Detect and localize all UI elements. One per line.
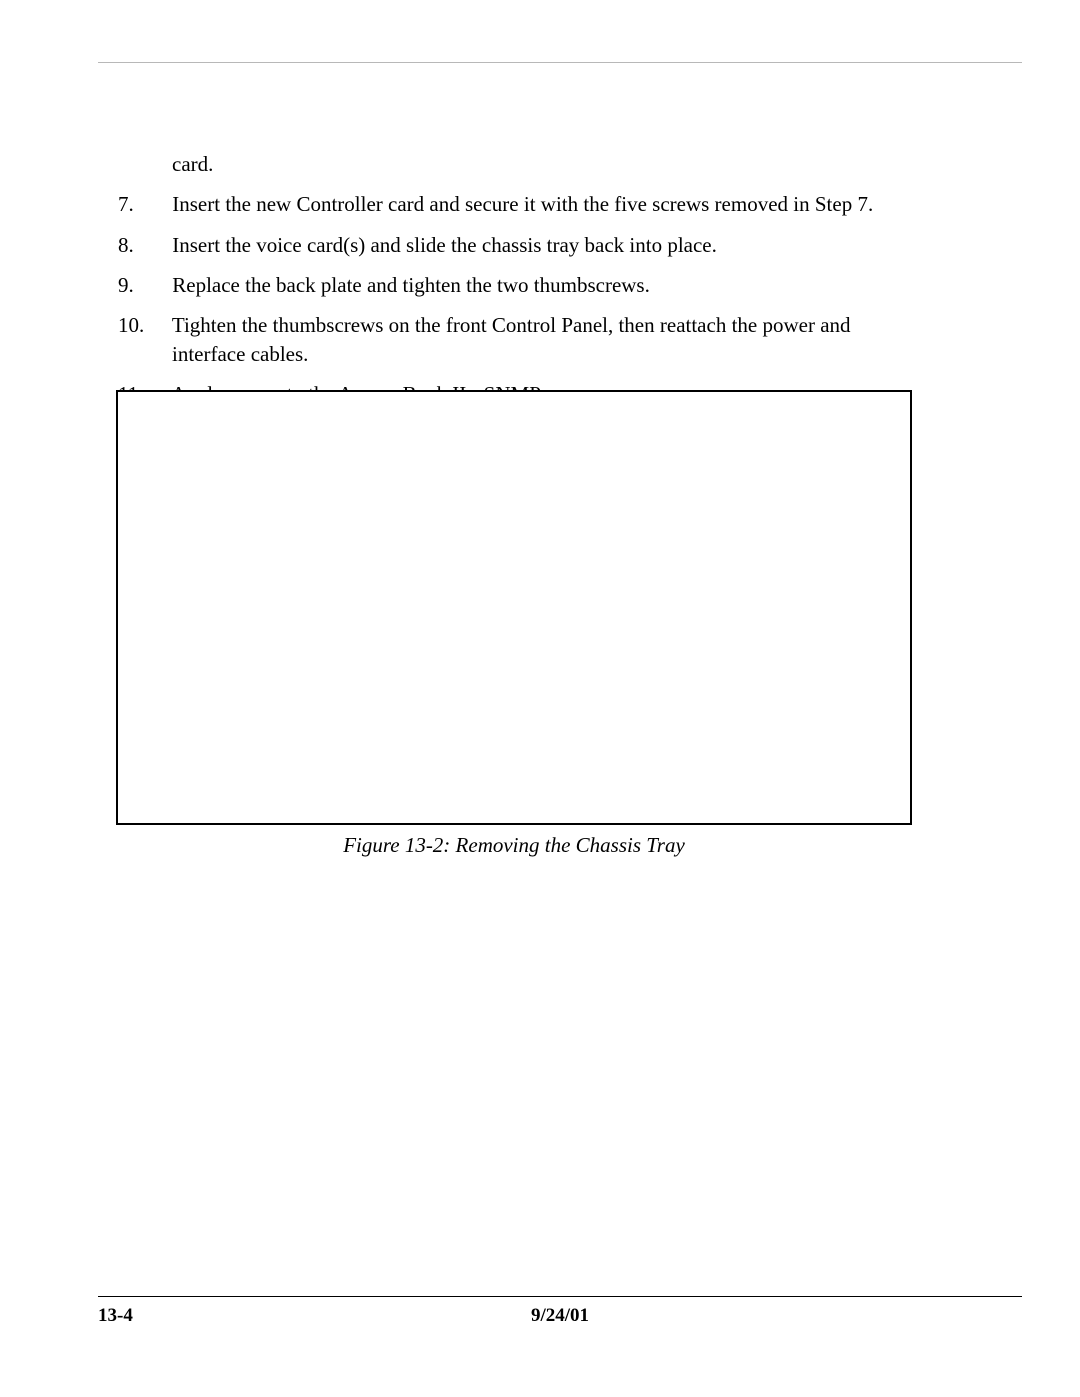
footer-row: 13-4 9/24/01 [98, 1305, 1022, 1327]
page-number: 13-4 [98, 1305, 133, 1327]
step-text: Insert the voice card(s) and slide the c… [172, 233, 717, 257]
step-number: 8. [145, 231, 167, 259]
header-rule [98, 62, 1022, 63]
figure-placeholder [116, 390, 912, 825]
continuation-line: card. [172, 150, 925, 178]
step-9: 9. Replace the back plate and tighten th… [145, 271, 925, 299]
step-10: 10. Tighten the thumbscrews on the front… [145, 311, 925, 368]
page-footer: 13-4 9/24/01 [98, 1296, 1022, 1327]
body-content: card. 7. Insert the new Controller card … [145, 150, 925, 420]
figure-caption: Figure 13-2: Removing the Chassis Tray [116, 833, 912, 858]
step-7: 7. Insert the new Controller card and se… [145, 190, 925, 218]
step-text: Tighten the thumbscrews on the front Con… [172, 313, 851, 365]
footer-rule [98, 1296, 1022, 1297]
footer-date: 9/24/01 [98, 1305, 1022, 1327]
figure-container: Figure 13-2: Removing the Chassis Tray [116, 390, 912, 858]
step-text: Replace the back plate and tighten the t… [172, 273, 650, 297]
step-number: 7. [145, 190, 167, 218]
step-8: 8. Insert the voice card(s) and slide th… [145, 231, 925, 259]
procedure-steps: 7. Insert the new Controller card and se… [145, 190, 925, 408]
step-text: Insert the new Controller card and secur… [172, 192, 873, 216]
document-page: card. 7. Insert the new Controller card … [0, 0, 1080, 1397]
step-number: 9. [145, 271, 167, 299]
step-number: 10. [145, 311, 167, 339]
